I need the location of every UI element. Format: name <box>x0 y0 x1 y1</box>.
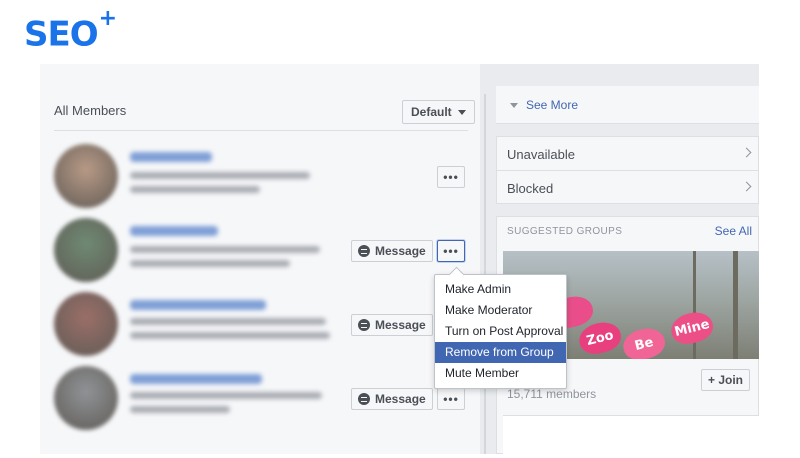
seo-logo: SEO+ <box>24 6 117 55</box>
messenger-icon <box>358 319 370 331</box>
option-blocked[interactable]: Blocked <box>497 171 759 204</box>
member-info-blurred <box>130 406 230 413</box>
member-row: Message ••• <box>54 218 474 284</box>
menu-item-mute-member[interactable]: Mute Member <box>435 363 566 384</box>
members-title: All Members <box>54 103 127 118</box>
member-info-blurred <box>130 392 322 399</box>
member-info-blurred <box>130 246 320 253</box>
see-all-link[interactable]: See All <box>715 224 752 238</box>
member-options-menu: Make Admin Make Moderator Turn on Post A… <box>434 274 567 389</box>
divider <box>54 130 468 131</box>
member-options-button[interactable]: ••• <box>437 388 465 410</box>
page-root: SEO+ All Members Default ••• Message •••… <box>0 0 800 458</box>
facebook-group-screenshot: All Members Default ••• Message ••• Mess… <box>40 64 759 454</box>
suggested-groups-title: SUGGESTED GROUPS <box>507 226 623 237</box>
caret-down-icon <box>510 103 518 108</box>
message-button[interactable]: Message <box>351 240 433 262</box>
message-button[interactable]: Message <box>351 388 433 410</box>
group-member-count: 15,711 members <box>507 387 597 401</box>
avatar[interactable] <box>54 292 118 356</box>
sort-dropdown-label: Default <box>411 105 452 119</box>
messenger-icon <box>358 393 370 405</box>
member-row: Message ••• <box>54 366 474 432</box>
member-info-blurred <box>130 186 260 193</box>
menu-item-make-admin[interactable]: Make Admin <box>435 279 566 300</box>
see-more-row[interactable]: See More <box>496 86 759 124</box>
heart-balloon: Mine <box>667 308 717 348</box>
member-info-blurred <box>130 318 326 325</box>
member-info-blurred <box>130 260 290 267</box>
sort-dropdown[interactable]: Default <box>402 100 475 124</box>
member-name-blurred[interactable] <box>130 374 262 384</box>
caret-down-icon <box>457 109 466 115</box>
member-info-blurred <box>130 172 310 179</box>
chevron-right-icon <box>741 147 752 158</box>
member-info-blurred <box>130 332 330 339</box>
option-label: Blocked <box>507 181 554 196</box>
option-label: Unavailable <box>507 147 575 162</box>
menu-item-post-approval[interactable]: Turn on Post Approval <box>435 321 566 342</box>
tree-trunk <box>733 251 738 359</box>
member-name-blurred[interactable] <box>130 226 218 236</box>
options-box: Unavailable Blocked <box>496 136 759 204</box>
member-row: Message <box>54 292 474 358</box>
member-name-blurred[interactable] <box>130 152 212 162</box>
chevron-right-icon <box>741 181 752 192</box>
member-row: ••• <box>54 144 474 210</box>
heart-balloon: Be <box>619 324 669 359</box>
message-button[interactable]: Message <box>351 314 433 336</box>
menu-item-make-moderator[interactable]: Make Moderator <box>435 300 566 321</box>
column-gap <box>480 64 496 454</box>
member-name-blurred[interactable] <box>130 300 266 310</box>
next-group-card <box>503 415 759 454</box>
avatar[interactable] <box>54 144 118 208</box>
avatar[interactable] <box>54 366 118 430</box>
heart-balloon: Zoo <box>575 318 625 358</box>
right-sidebar: See More Unavailable Blocked SUGGESTED G… <box>496 64 759 454</box>
members-panel: All Members Default ••• Message ••• Mess… <box>40 64 567 454</box>
member-options-button[interactable]: ••• <box>437 166 465 188</box>
menu-item-remove-from-group[interactable]: Remove from Group <box>435 342 566 363</box>
messenger-icon <box>358 245 370 257</box>
member-options-button[interactable]: ••• <box>437 240 465 262</box>
see-more-link[interactable]: See More <box>526 98 578 112</box>
join-group-button[interactable]: + Join <box>700 369 750 391</box>
option-unavailable[interactable]: Unavailable <box>497 137 759 170</box>
avatar[interactable] <box>54 218 118 282</box>
